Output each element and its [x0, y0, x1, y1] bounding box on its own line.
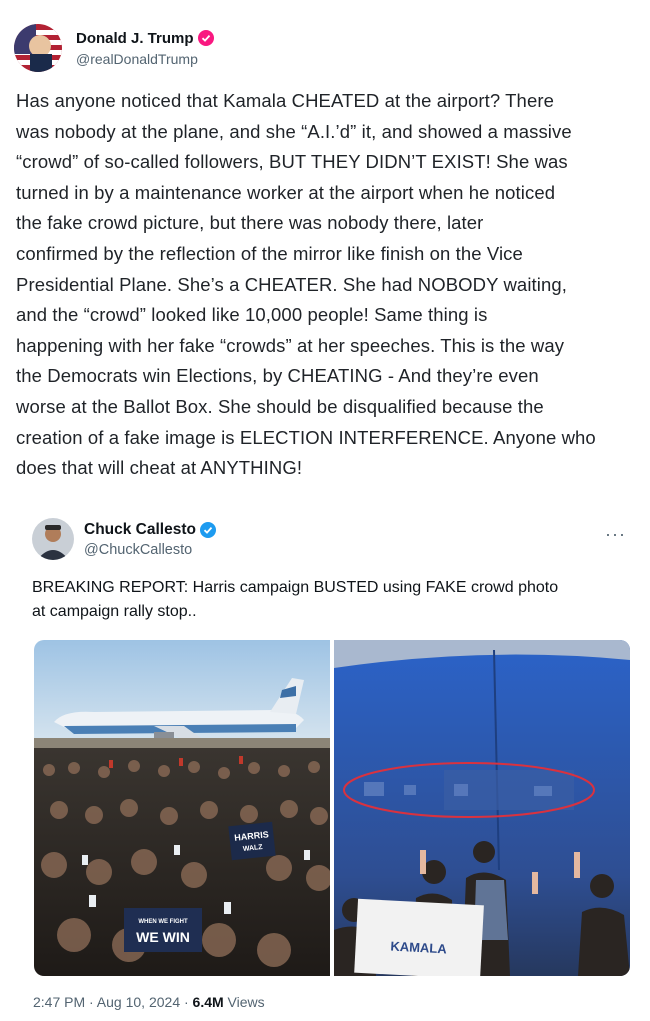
sign-line-2: WE WIN [136, 929, 190, 945]
tweet-line: turned in by a maintenance worker at the… [16, 181, 556, 203]
kamala-sign-text: KAMALA [390, 939, 448, 957]
tweet-text: Has anyone noticed that Kamala CHEATED a… [16, 86, 644, 484]
quoted-tweet-card[interactable]: Chuck Callesto @ChuckCallesto ··· BREAKI… [14, 502, 642, 986]
quote-line: BREAKING REPORT: Harris campaign BUSTED … [32, 579, 559, 596]
tweet-line: was nobody at the plane, and she “A.I.’d… [16, 120, 572, 142]
tweet-line: creation of a fake image is ELECTION INT… [16, 426, 596, 448]
verified-badge-icon [197, 30, 214, 46]
quote-author-name[interactable]: Chuck Callesto [84, 521, 196, 539]
quote-author-handle[interactable]: @ChuckCallesto [84, 542, 216, 558]
author-handle[interactable]: @realDonaldTrump [76, 51, 214, 67]
view-count: 6.4M [192, 994, 224, 1010]
tweet-line: “crowd” of so-called followers, BUT THEY… [16, 151, 568, 173]
tweet-line: Has anyone noticed that Kamala CHEATED a… [16, 90, 554, 111]
media-image-fuselage[interactable]: KAMALA [334, 640, 630, 976]
quote-text: BREAKING REPORT: Harris campaign BUSTED … [32, 576, 627, 624]
tweet-meta: 2:47 PM · Aug 10, 2024 · 6.4M Views [33, 994, 265, 1010]
tweet-line: does that will cheat at ANYTHING! [16, 457, 303, 479]
verified-badge-icon [199, 521, 216, 538]
tweet-line: the Democrats win Elections, by CHEATING… [16, 365, 539, 387]
tweet-line: happening with her fake “crowds” at her … [16, 334, 565, 356]
author-name[interactable]: Donald J. Trump [76, 30, 194, 47]
quote-line: at campaign rally stop.. [32, 603, 197, 620]
tweet-header: Donald J. Trump @realDonaldTrump [14, 24, 214, 72]
avatar[interactable] [14, 24, 62, 72]
tweet-line: the fake crowd picture, but there was no… [16, 212, 484, 234]
tweet-line: and the “crowd” looked like 10,000 peopl… [16, 304, 488, 326]
sign-line-1: WHEN WE FIGHT [138, 919, 188, 925]
timestamp[interactable]: 2:47 PM · Aug 10, 2024 · [33, 994, 193, 1010]
media-grid: HARRIS WALZ WHEN WE FIGHT WE WIN KAMALA [34, 640, 630, 976]
more-options-icon[interactable]: ··· [605, 524, 626, 545]
quote-avatar[interactable] [32, 518, 74, 560]
tweet-line: confirmed by the reflection of the mirro… [16, 242, 523, 264]
views-label: Views [223, 994, 265, 1010]
tweet-line: worse at the Ballot Box. She should be d… [16, 395, 544, 417]
media-image-crowd[interactable]: HARRIS WALZ WHEN WE FIGHT WE WIN [34, 640, 330, 976]
tweet-line: Presidential Plane. She’s a CHEATER. She… [16, 273, 567, 295]
